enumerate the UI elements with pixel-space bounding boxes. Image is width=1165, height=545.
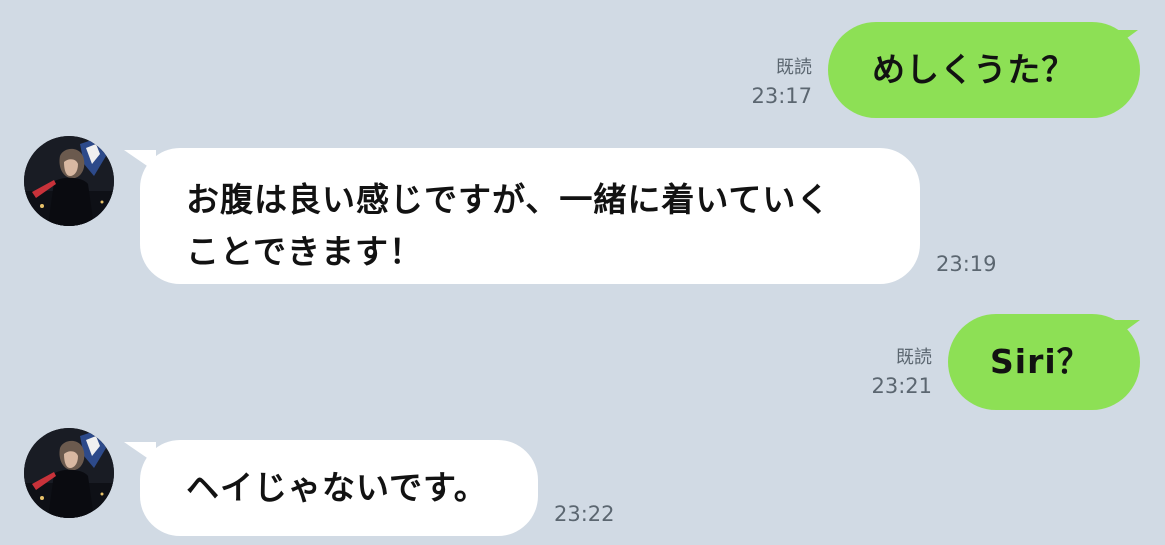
message-bubble[interactable]: Siri？ bbox=[948, 314, 1140, 410]
message-text: めしくうた？ bbox=[872, 50, 1076, 89]
message-bubble[interactable]: お腹は良い感じですが、一緒に着いていく ことできます！ bbox=[140, 148, 920, 284]
message-meta: 既読 23:21 bbox=[850, 344, 932, 400]
message-bubble[interactable]: ヘイじゃないです。 bbox=[140, 440, 538, 536]
read-receipt: 既読 bbox=[776, 57, 812, 78]
user-avatar-photo-icon bbox=[24, 136, 114, 226]
message-text: ヘイじゃないです。 bbox=[186, 468, 488, 507]
message-bubble[interactable]: めしくうた？ bbox=[828, 22, 1140, 118]
read-receipt: 既読 bbox=[896, 347, 932, 368]
message-meta: 既読 23:17 bbox=[730, 54, 812, 110]
user-avatar-photo-icon bbox=[24, 428, 114, 518]
message-text-line: ことできます！ bbox=[186, 232, 424, 271]
timestamp: 23:19 bbox=[936, 252, 997, 276]
message-text: Siri？ bbox=[990, 342, 1091, 381]
timestamp: 23:17 bbox=[751, 84, 812, 108]
avatar[interactable] bbox=[24, 428, 114, 518]
message-text-line: お腹は良い感じですが、一緒に着いていく bbox=[186, 180, 831, 219]
avatar[interactable] bbox=[24, 136, 114, 226]
timestamp: 23:21 bbox=[871, 374, 932, 398]
timestamp: 23:22 bbox=[554, 502, 615, 526]
